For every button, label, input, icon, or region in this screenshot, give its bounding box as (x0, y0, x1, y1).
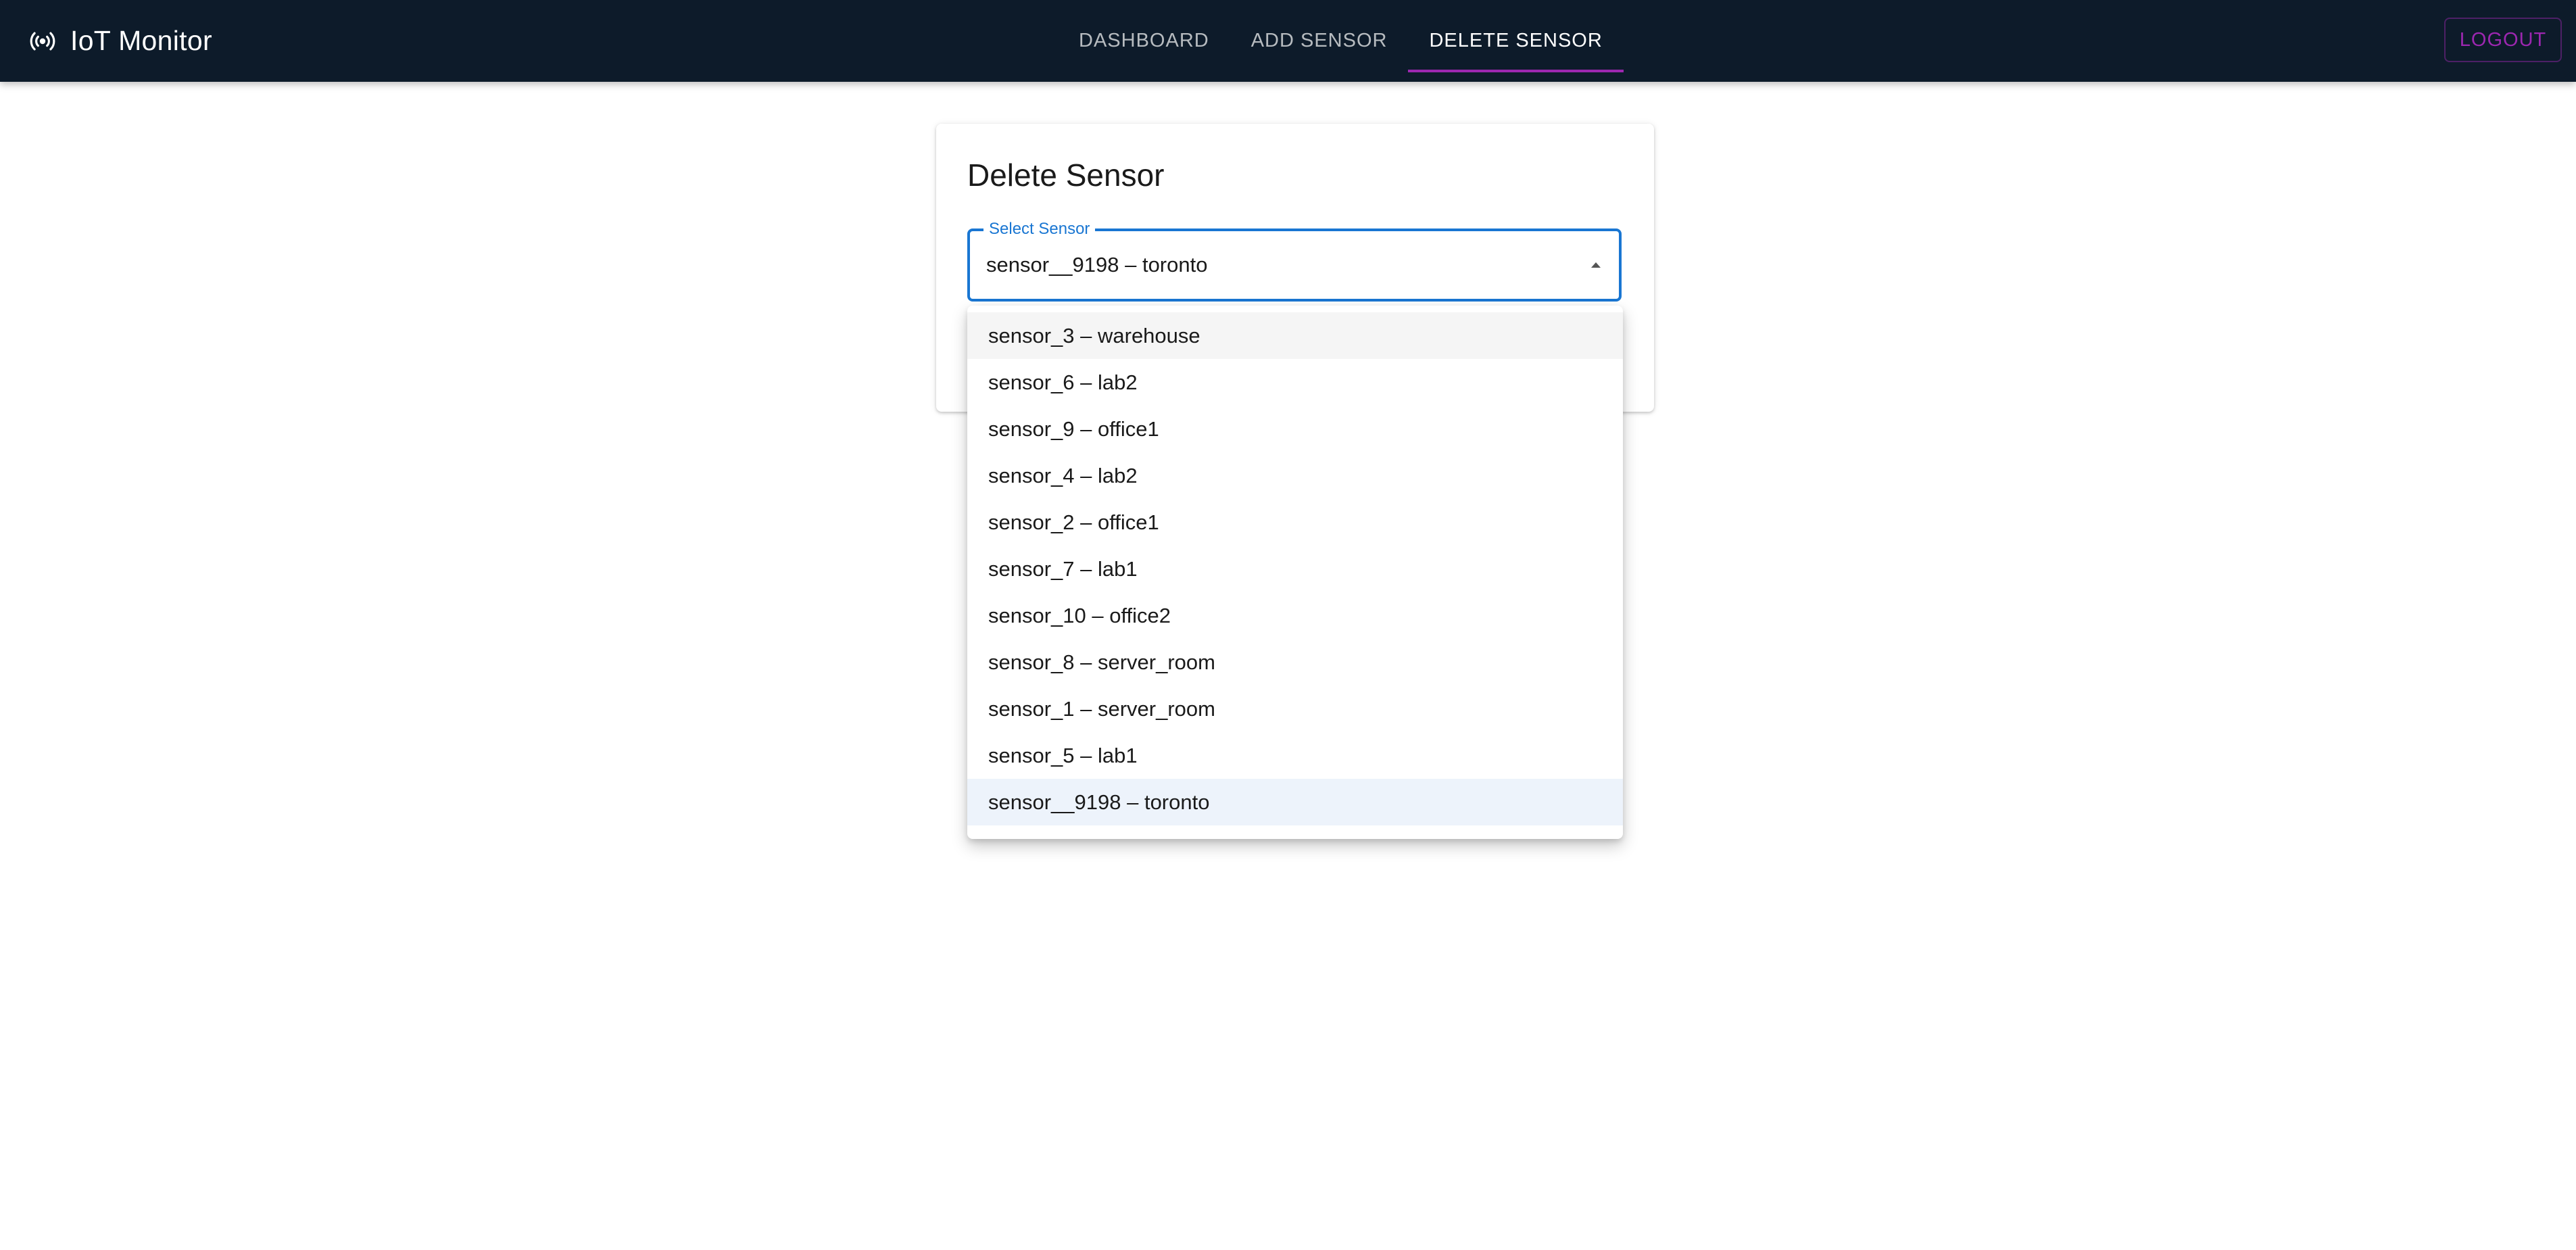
select-value: sensor__9198 – toronto (986, 253, 1208, 277)
nav-dashboard[interactable]: DASHBOARD (1058, 0, 1230, 82)
main-nav: DASHBOARD ADD SENSOR DELETE SENSOR (1058, 0, 1624, 82)
menu-option-selected[interactable]: sensor__9198 – toronto (967, 779, 1623, 825)
logout-button[interactable]: LOGOUT (2444, 18, 2562, 62)
menu-option[interactable]: sensor_8 – server_room (967, 639, 1623, 686)
menu-option[interactable]: sensor_7 – lab1 (967, 546, 1623, 592)
menu-option[interactable]: sensor_9 – office1 (967, 406, 1623, 452)
menu-option[interactable]: sensor_4 – lab2 (967, 452, 1623, 499)
menu-option[interactable]: sensor_1 – server_room (967, 686, 1623, 732)
nav-add-sensor[interactable]: ADD SENSOR (1230, 0, 1409, 82)
arrow-drop-up-icon[interactable] (1588, 257, 1604, 273)
sensor-select[interactable]: Select Sensor sensor__9198 – toronto (967, 219, 1622, 302)
nav-delete-sensor[interactable]: DELETE SENSOR (1408, 0, 1624, 82)
sensor-options-menu: sensor_3 – warehouse sensor_6 – lab2 sen… (967, 306, 1623, 839)
broadcast-icon (28, 27, 57, 55)
app-title: IoT Monitor (70, 25, 212, 56)
menu-option[interactable]: sensor_3 – warehouse (967, 312, 1623, 359)
brand: IoT Monitor (28, 0, 212, 82)
app-bar: IoT Monitor DASHBOARD ADD SENSOR DELETE … (0, 0, 2576, 82)
menu-option[interactable]: sensor_6 – lab2 (967, 359, 1623, 406)
menu-option[interactable]: sensor_2 – office1 (967, 499, 1623, 546)
page-title: Delete Sensor (967, 158, 1165, 193)
menu-option[interactable]: sensor_10 – office2 (967, 592, 1623, 639)
menu-option[interactable]: sensor_5 – lab1 (967, 732, 1623, 779)
